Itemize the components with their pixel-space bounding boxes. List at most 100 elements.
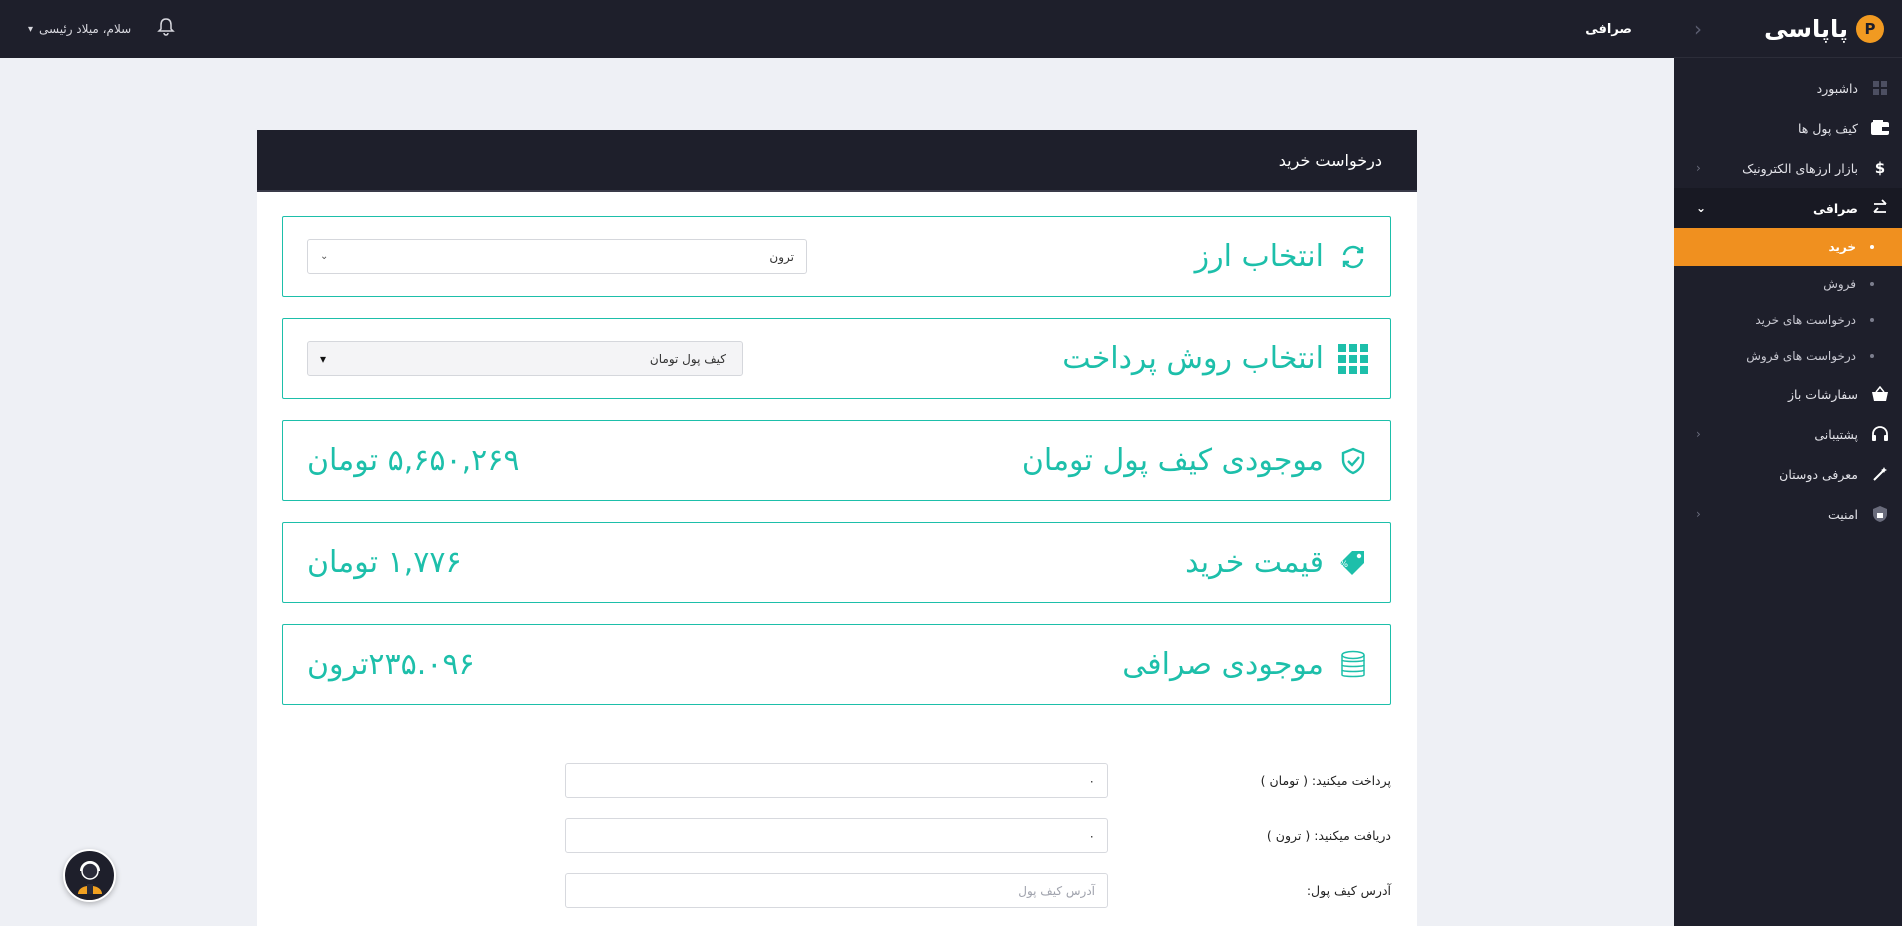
svg-text:%: %	[1339, 560, 1348, 570]
sidebar-item-support[interactable]: پشتیبانی ‹	[1674, 414, 1902, 454]
dollar-icon: $	[1874, 159, 1886, 177]
sidebar-menu: داشبورد کیف پول ها $ بازار ارزهای الکترو…	[1674, 58, 1902, 534]
topbar: صرافی ▾ سلام، میلاد رئیسی	[0, 0, 1674, 58]
support-agent-icon	[77, 860, 102, 894]
sidebar-item-label: بازار ارزهای الکترونیک	[1742, 160, 1858, 176]
currency-select-box: انتخاب ارز ترون ⌄	[282, 216, 1391, 297]
payment-method-label: انتخاب روش پرداخت	[1062, 341, 1324, 376]
buy-price-value: ۱,۷۷۶ تومان	[307, 545, 462, 580]
receive-amount-value: ۰	[1088, 828, 1095, 843]
user-area: ▾ سلام، میلاد رئیسی	[28, 17, 176, 41]
pay-amount-row: پرداخت میکنید: ( تومان ) ۰	[565, 763, 1391, 798]
wallet-address-placeholder: آدرس کیف پول	[1018, 883, 1095, 898]
exchange-balance-box: موجودی صرافی ۲۳۵.۰۹۶ترون	[282, 624, 1391, 705]
price-tag-icon: %	[1338, 548, 1368, 578]
exchange-balance-title: موجودی صرافی	[1122, 647, 1368, 682]
coins-stack-icon	[1338, 650, 1368, 680]
sidebar-header: P پاپاسی ‹	[1674, 0, 1902, 58]
support-chat-avatar[interactable]	[63, 849, 116, 902]
sidebar-item-wallets[interactable]: کیف پول ها	[1674, 108, 1902, 148]
currency-select[interactable]: ترون ⌄	[307, 239, 807, 274]
bullet-dot-icon	[1870, 318, 1874, 322]
sidebar-item-label: امنیت	[1828, 506, 1858, 522]
sidebar-item-dashboard[interactable]: داشبورد	[1674, 68, 1902, 108]
brand-logo: P	[1856, 14, 1884, 43]
dashboard-icon	[1870, 78, 1890, 98]
sidebar-item-refer-friends[interactable]: معرفی دوستان	[1674, 454, 1902, 494]
pay-amount-label: پرداخت میکنید: ( تومان )	[1260, 773, 1391, 788]
sidebar-item-label: صرافی	[1813, 200, 1858, 216]
grid-icon	[1338, 343, 1368, 374]
wallet-balance-box: موجودی کیف پول تومان ۵,۶۵۰,۲۶۹ تومان	[282, 420, 1391, 501]
wallet-icon	[1870, 118, 1890, 138]
payment-method-value: کیف پول تومان	[649, 351, 726, 366]
sidebar-item-crypto-market[interactable]: $ بازار ارزهای الکترونیک ‹	[1674, 148, 1902, 188]
sidebar-item-label: معرفی دوستان	[1779, 466, 1858, 482]
sidebar-subitem-buy[interactable]: خرید	[1674, 228, 1902, 266]
payment-method-select[interactable]: کیف پول تومان ▾	[307, 341, 743, 376]
buy-price-title: % قیمت خرید	[1185, 545, 1368, 580]
card-title: درخواست خرید	[257, 130, 1417, 192]
receive-amount-input[interactable]: ۰	[565, 818, 1108, 853]
shield-lock-icon	[1870, 504, 1890, 524]
sidebar-item-open-orders[interactable]: سفارشات باز	[1674, 374, 1902, 414]
currency-select-label: انتخاب ارز	[1194, 239, 1324, 274]
collapse-sidebar-icon[interactable]: ‹	[1694, 17, 1702, 41]
bullet-dot-icon	[1870, 354, 1874, 358]
sidebar-item-exchange[interactable]: صرافی ⌄	[1674, 188, 1902, 228]
wallet-address-label: آدرس کیف پول:	[1306, 883, 1391, 898]
user-menu[interactable]: ▾ سلام، میلاد رئیسی	[28, 22, 131, 36]
sidebar-subitem-label: فروش	[1823, 277, 1856, 291]
sidebar-subitem-sell[interactable]: فروش	[1674, 266, 1902, 302]
user-greeting: سلام، میلاد رئیسی	[39, 22, 132, 36]
buy-request-card: درخواست خرید انتخاب ارز ترون ⌄ انتخاب رو…	[257, 130, 1417, 926]
pay-amount-value: ۰	[1088, 773, 1095, 788]
exchange-icon	[1870, 198, 1890, 218]
sidebar-item-security[interactable]: امنیت ‹	[1674, 494, 1902, 534]
payment-method-box: انتخاب روش پرداخت کیف پول تومان ▾	[282, 318, 1391, 399]
brand-name: پاپاسی	[1764, 14, 1848, 43]
currency-select-title: انتخاب ارز	[1195, 239, 1368, 274]
chevron-down-icon: ⌄	[1696, 201, 1707, 215]
chevron-left-icon: ‹	[1696, 507, 1701, 521]
exchange-balance-label: موجودی صرافی	[1122, 647, 1324, 682]
sidebar-subitem-label: خرید	[1828, 240, 1856, 254]
receive-amount-label: دریافت میکنید: ( ترون )	[1266, 828, 1391, 843]
chevron-left-icon: ‹	[1696, 161, 1701, 175]
wallet-balance-title: موجودی کیف پول تومان	[1022, 443, 1368, 478]
sidebar-subitem-buy-requests[interactable]: درخواست های خرید	[1674, 302, 1902, 338]
chevron-down-icon: ▾	[320, 351, 327, 366]
sidebar: P پاپاسی ‹ داشبورد کیف پول ها $ بازار ار…	[1674, 0, 1902, 926]
sidebar-item-label: داشبورد	[1816, 80, 1858, 96]
page-title: صرافی	[1585, 21, 1632, 37]
sidebar-subitem-label: درخواست های فروش	[1746, 349, 1856, 363]
sidebar-item-label: پشتیبانی	[1814, 426, 1858, 442]
magic-wand-icon	[1870, 464, 1890, 484]
exchange-balance-value: ۲۳۵.۰۹۶ترون	[307, 647, 475, 682]
buy-price-label: قیمت خرید	[1185, 545, 1324, 580]
bullet-dot-icon	[1870, 282, 1874, 286]
shield-check-icon	[1338, 446, 1368, 476]
chevron-left-icon: ‹	[1696, 427, 1701, 441]
currency-select-value: ترون	[769, 249, 794, 264]
wallet-balance-value: ۵,۶۵۰,۲۶۹ تومان	[307, 443, 520, 478]
receive-amount-row: دریافت میکنید: ( ترون ) ۰	[565, 818, 1391, 853]
pay-amount-input[interactable]: ۰	[565, 763, 1108, 798]
chevron-down-icon: ▾	[28, 23, 34, 35]
sidebar-item-label: کیف پول ها	[1797, 120, 1858, 136]
refresh-icon	[1338, 242, 1368, 272]
wallet-address-input[interactable]: آدرس کیف پول	[565, 873, 1108, 908]
payment-method-title: انتخاب روش پرداخت	[1062, 341, 1368, 376]
headset-icon	[1870, 424, 1890, 444]
bell-icon[interactable]	[157, 17, 176, 41]
wallet-address-row: آدرس کیف پول: آدرس کیف پول	[565, 873, 1391, 908]
sidebar-subitem-label: درخواست های خرید	[1755, 313, 1856, 327]
bullet-dot-icon	[1870, 245, 1874, 249]
brand[interactable]: P پاپاسی	[1764, 14, 1884, 43]
sidebar-subitem-sell-requests[interactable]: درخواست های فروش	[1674, 338, 1902, 374]
basket-icon	[1870, 384, 1890, 404]
sidebar-item-label: سفارشات باز	[1788, 386, 1858, 402]
chevron-down-icon: ⌄	[320, 251, 329, 262]
wallet-balance-label: موجودی کیف پول تومان	[1021, 443, 1324, 478]
buy-price-box: % قیمت خرید ۱,۷۷۶ تومان	[282, 522, 1391, 603]
